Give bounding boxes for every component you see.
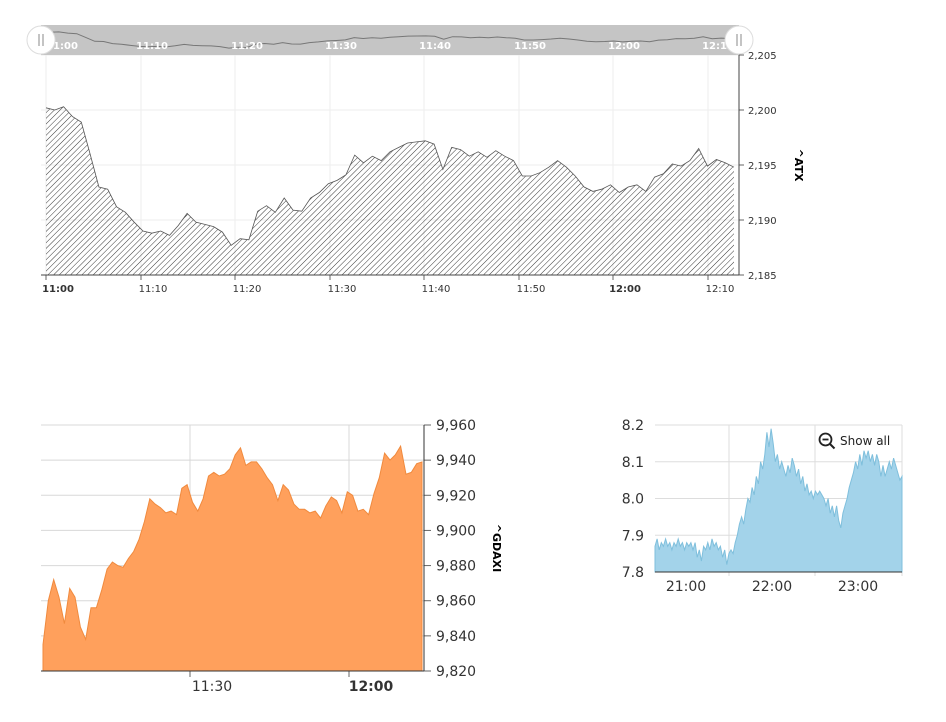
atx-y-tick-label: 2,185: [748, 271, 777, 282]
vol-y-tick-label: 8.0: [622, 492, 644, 508]
navigator-tick-label: 11:10: [136, 41, 168, 52]
gdaxi-y-tick-label: 9,820: [436, 664, 476, 680]
atx-y-tick-label: 2,195: [748, 161, 777, 172]
navigator-tick-label: 12:00: [608, 41, 640, 52]
gdaxi-y-tick-label: 9,880: [436, 559, 476, 575]
atx-area: [46, 106, 734, 275]
navigator-left-handle[interactable]: [26, 25, 56, 55]
atx-x-tick-label: 11:00: [42, 284, 74, 295]
vol-y-tick-label: 7.8: [622, 565, 644, 581]
vol-x-tick-label: 22:00: [752, 579, 792, 595]
navigator-tick-label: 11:30: [325, 41, 357, 52]
vol-y-tick-label: 8.1: [622, 455, 644, 471]
vol-area: [654, 428, 903, 573]
gdaxi-y-tick-label: 9,940: [436, 453, 476, 469]
atx-x-tick-label: 12:10: [706, 284, 735, 295]
atx-y-axis-label: ^ATX: [792, 149, 805, 182]
gdaxi-x-tick-label: 11:30: [192, 679, 232, 695]
vol-y-tick-label: 7.9: [622, 528, 644, 544]
atx-x-tick-label: 11:30: [328, 284, 357, 295]
gdaxi-x-tick-label: 12:00: [349, 679, 394, 695]
vol-x-tick-label: 23:00: [838, 579, 878, 595]
vol-y-tick-label: 8.2: [622, 418, 644, 434]
navigator-tick-label: 11:40: [419, 41, 451, 52]
gdaxi-y-tick-label: 9,840: [436, 629, 476, 645]
atx-y-tick-label: 2,200: [748, 106, 777, 117]
navigator-tick-label: 11:50: [514, 41, 546, 52]
gdaxi-y-axis-label: ^GDAXI: [490, 524, 503, 572]
show-all-label: Show all: [840, 434, 891, 448]
gdaxi-y-tick-label: 9,960: [436, 418, 476, 434]
atx-x-tick-label: 11:10: [139, 284, 168, 295]
atx-x-tick-label: 12:00: [609, 284, 641, 295]
navigator-right-handle[interactable]: [724, 25, 754, 55]
atx-x-tick-label: 11:40: [422, 284, 451, 295]
atx-chart: 11:00 11:10 11:20 11:30 11:40 11:50 12:00 12:10…: [26, 25, 805, 295]
atx-y-tick-label: 2,190: [748, 216, 777, 227]
vol-x-tick-label: 21:00: [666, 579, 706, 595]
gdaxi-y-tick-label: 9,860: [436, 594, 476, 610]
atx-x-tick-label: 11:50: [517, 284, 546, 295]
gdaxi-y-tick-label: 9,920: [436, 488, 476, 504]
atx-y-tick-label: 2,205: [748, 51, 777, 62]
atx-x-tick-label: 11:20: [233, 284, 262, 295]
show-all-button[interactable]: Show all: [818, 432, 890, 450]
zoom-out-icon: [818, 432, 836, 450]
gdaxi-y-tick-label: 9,900: [436, 523, 476, 539]
navigator-tick-label: 11:20: [231, 41, 263, 52]
gdaxi-area: [42, 444, 423, 672]
